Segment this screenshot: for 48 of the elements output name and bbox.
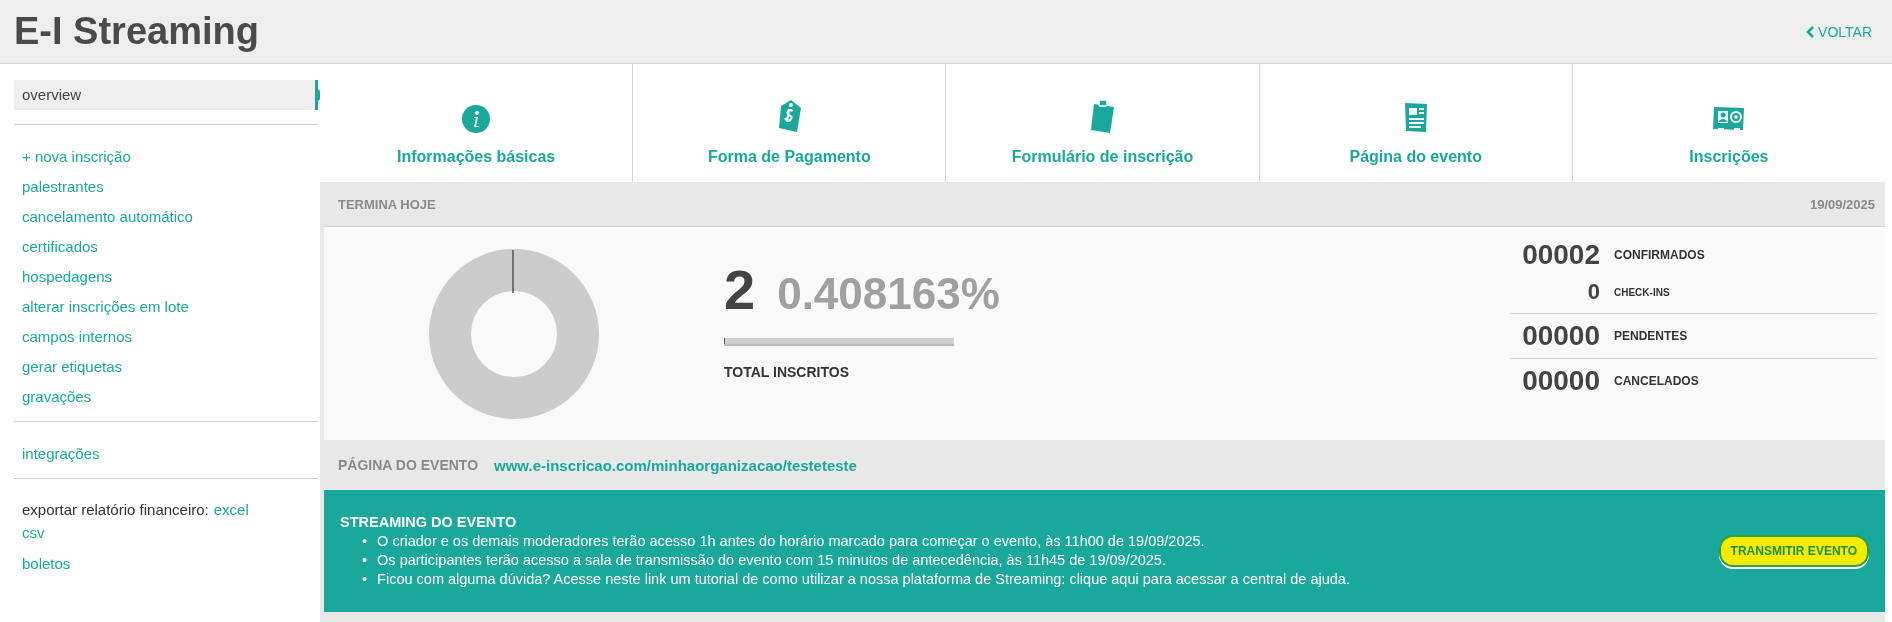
export-link[interactable]: csv bbox=[22, 524, 45, 541]
nav-tab[interactable]: Forma de Pagamento bbox=[632, 64, 946, 182]
count-value: 00000 bbox=[1521, 365, 1600, 397]
count-value: 00000 bbox=[1521, 320, 1600, 352]
count-value: 00002 bbox=[1521, 239, 1600, 271]
count-label: CONFIRMADOS bbox=[1614, 248, 1705, 262]
nav-tab[interactable]: Inscrições bbox=[1571, 64, 1885, 182]
sidebar-item[interactable]: overview bbox=[14, 80, 318, 110]
sidebar-link[interactable]: boletos bbox=[22, 555, 71, 572]
bullet-marker: • bbox=[362, 531, 368, 551]
streaming-title: STREAMING DO EVENTO bbox=[340, 513, 518, 530]
sidebar-item[interactable]: gravações bbox=[14, 387, 318, 407]
total-label: TOTAL INSCRITOS bbox=[724, 364, 850, 380]
nav-tab[interactable]: Página do evento bbox=[1258, 64, 1572, 182]
stream-button[interactable]: TRANSMITIR EVENTO bbox=[1718, 535, 1869, 567]
bullet-marker: • bbox=[362, 569, 368, 589]
event-url-link[interactable]: www.e-inscricao.com/minhaorganizacao/testeteste bbox=[494, 456, 857, 474]
count-value: 0 bbox=[1586, 279, 1600, 305]
clipboard-icon bbox=[1088, 98, 1117, 134]
sidebar-item[interactable]: + nova inscrição bbox=[14, 147, 318, 167]
chevron-left-icon bbox=[1806, 25, 1815, 38]
back-link[interactable]: VOLTAR bbox=[1806, 23, 1872, 40]
count-label: CHECK-INS bbox=[1614, 286, 1670, 298]
export-link[interactable]: excel bbox=[213, 501, 249, 518]
export-label: exportar relatório financeiro: bbox=[22, 501, 209, 518]
sidebar-item[interactable]: certificados bbox=[14, 237, 318, 257]
sidebar-item[interactable]: hospedagens bbox=[14, 267, 318, 287]
info-icon bbox=[461, 104, 492, 134]
streaming-note: Os participantes terão acesso a sala de transmissão do evento com 15 minutos de antecedência, às 11h45 de 19/09/2025. bbox=[377, 550, 1166, 570]
total-count: 2 bbox=[724, 257, 756, 322]
event-page-label: PÁGINA DO EVENTO bbox=[338, 457, 479, 473]
status-date: 19/09/2025 bbox=[1809, 196, 1875, 212]
nav-tab[interactable]: Informações básicas bbox=[320, 64, 633, 182]
status-label: TERMINA HOJE bbox=[338, 196, 436, 212]
nav-tab[interactable]: Formulário de inscrição bbox=[945, 64, 1259, 182]
sidebar-item[interactable]: cancelamento automático bbox=[14, 207, 318, 227]
bullet-marker: • bbox=[362, 550, 368, 570]
sidebar-item[interactable]: alterar inscrições em lote bbox=[14, 297, 318, 317]
streaming-note: O criador e os demais moderadores terão acesso 1h antes do horário marcado para começar o evento, às 11h00 de 19/09/2025. bbox=[377, 531, 1205, 551]
total-percent: 0.408163% bbox=[777, 269, 1000, 319]
sidebar-item[interactable]: palestrantes bbox=[14, 177, 318, 197]
sidebar-item[interactable]: gerar etiquetas bbox=[14, 357, 318, 377]
sidebar-item[interactable]: integrações bbox=[14, 444, 318, 464]
count-label: PENDENTES bbox=[1614, 329, 1688, 343]
sidebar-item[interactable]: campos internos bbox=[14, 327, 318, 347]
page-title: E-I Streaming bbox=[14, 10, 259, 53]
count-label: CANCELADOS bbox=[1614, 374, 1699, 388]
streaming-note: Ficou com alguma dúvida? Acesse neste link um tutorial de como utilizar a nossa plataforma de Streaming: clique aqui para acessar a central de ajuda. bbox=[377, 569, 1350, 589]
